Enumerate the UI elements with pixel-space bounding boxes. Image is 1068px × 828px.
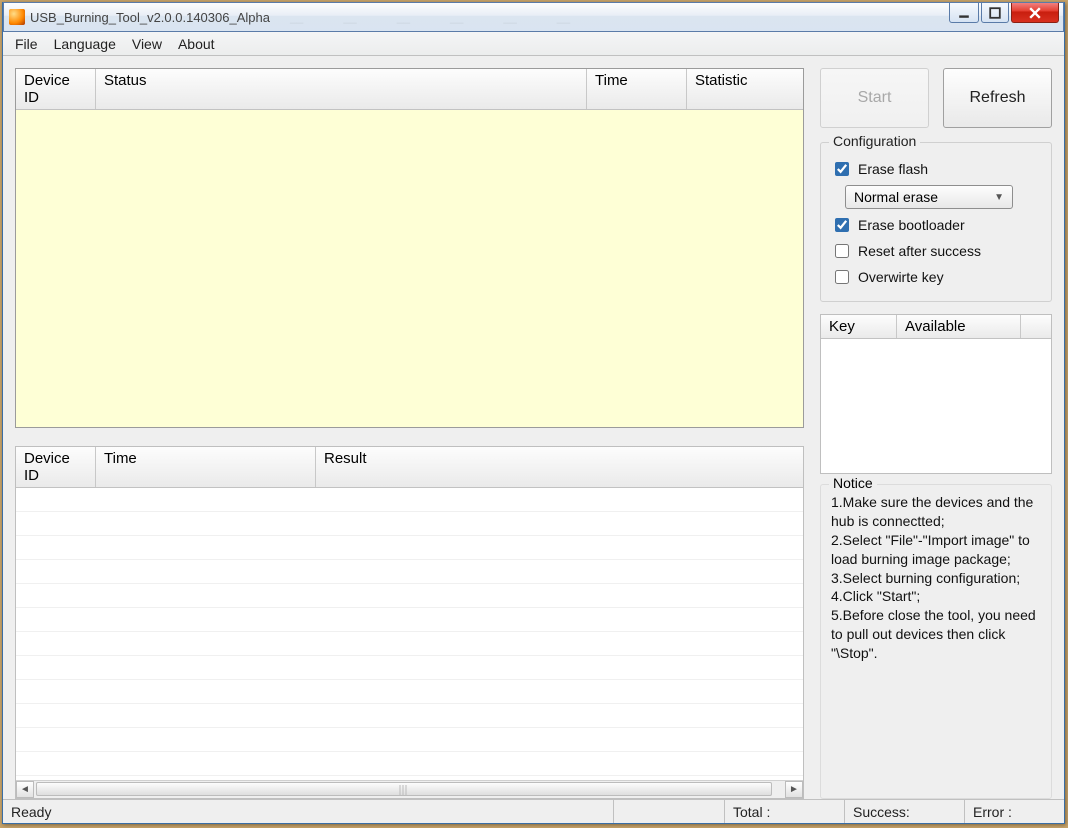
- refresh-button[interactable]: Refresh: [943, 68, 1052, 128]
- col-time[interactable]: Time: [587, 69, 687, 109]
- device-table-header: Device ID Status Time Statistic: [16, 69, 803, 110]
- overwrite-key-option[interactable]: Overwirte key: [831, 267, 1041, 287]
- overwrite-key-label: Overwirte key: [858, 269, 944, 285]
- device-table: Device ID Status Time Statistic: [15, 68, 804, 428]
- scroll-right-icon[interactable]: ►: [785, 781, 803, 798]
- erase-bootloader-option[interactable]: Erase bootloader: [831, 215, 1041, 235]
- status-success: Success:: [844, 800, 964, 823]
- menu-language[interactable]: Language: [46, 34, 124, 54]
- configuration-legend: Configuration: [829, 133, 920, 149]
- result-scrollbar[interactable]: ◄ ►: [16, 780, 803, 798]
- col-key-spacer: [1021, 315, 1051, 338]
- col2-device-id[interactable]: Device ID: [16, 447, 96, 487]
- erase-flash-checkbox[interactable]: [835, 162, 849, 176]
- status-total: Total :: [724, 800, 844, 823]
- col2-time[interactable]: Time: [96, 447, 316, 487]
- device-table-body[interactable]: [16, 110, 803, 427]
- maximize-button[interactable]: [981, 3, 1009, 23]
- title-bar[interactable]: USB_Burning_Tool_v2.0.0.140306_Alpha ___…: [3, 2, 1064, 32]
- result-table: Device ID Time Result ◄ ►: [15, 446, 804, 799]
- status-bar: Ready Total : Success: Error :: [3, 799, 1064, 823]
- client-area: Device ID Status Time Statistic Device I…: [3, 56, 1064, 799]
- menu-view[interactable]: View: [124, 34, 170, 54]
- app-icon: [9, 9, 25, 25]
- reset-after-success-checkbox[interactable]: [835, 244, 849, 258]
- configuration-group: Configuration Erase flash Normal erase ▼: [820, 142, 1052, 302]
- chevron-down-icon: ▼: [994, 192, 1004, 203]
- erase-bootloader-checkbox[interactable]: [835, 218, 849, 232]
- reset-after-success-label: Reset after success: [858, 243, 981, 259]
- status-error: Error :: [964, 800, 1064, 823]
- erase-mode-select[interactable]: Normal erase ▼: [845, 185, 1013, 209]
- key-table-body[interactable]: [821, 339, 1051, 473]
- key-table: Key Available: [820, 314, 1052, 474]
- scroll-track[interactable]: [34, 781, 785, 798]
- erase-flash-label: Erase flash: [858, 161, 928, 177]
- status-ready: Ready: [3, 800, 614, 823]
- result-table-header: Device ID Time Result: [16, 447, 803, 488]
- scroll-thumb[interactable]: [36, 782, 772, 796]
- status-spacer: [614, 800, 724, 823]
- col-statistic[interactable]: Statistic: [687, 69, 803, 109]
- menu-file[interactable]: File: [7, 34, 46, 54]
- erase-flash-option[interactable]: Erase flash: [831, 159, 1041, 179]
- notice-group: Notice 1.Make sure the devices and the h…: [820, 484, 1052, 799]
- reset-after-success-option[interactable]: Reset after success: [831, 241, 1041, 261]
- result-table-body[interactable]: [16, 488, 803, 780]
- col-device-id[interactable]: Device ID: [16, 69, 96, 109]
- menu-about[interactable]: About: [170, 34, 223, 54]
- col-status[interactable]: Status: [96, 69, 587, 109]
- erase-bootloader-label: Erase bootloader: [858, 217, 965, 233]
- background-tabs: ____________: [270, 3, 1063, 31]
- minimize-button[interactable]: [949, 3, 979, 23]
- close-button[interactable]: [1011, 3, 1059, 23]
- app-window: USB_Burning_Tool_v2.0.0.140306_Alpha ___…: [2, 2, 1065, 824]
- overwrite-key-checkbox[interactable]: [835, 270, 849, 284]
- notice-legend: Notice: [829, 475, 877, 491]
- col-available[interactable]: Available: [897, 315, 1021, 338]
- window-title: USB_Burning_Tool_v2.0.0.140306_Alpha: [30, 10, 270, 25]
- notice-text: 1.Make sure the devices and the hub is c…: [831, 493, 1041, 663]
- scroll-left-icon[interactable]: ◄: [16, 781, 34, 798]
- col2-result[interactable]: Result: [316, 447, 803, 487]
- start-button[interactable]: Start: [820, 68, 929, 128]
- col-key[interactable]: Key: [821, 315, 897, 338]
- erase-mode-value: Normal erase: [854, 189, 938, 205]
- menu-bar: File Language View About: [3, 32, 1064, 56]
